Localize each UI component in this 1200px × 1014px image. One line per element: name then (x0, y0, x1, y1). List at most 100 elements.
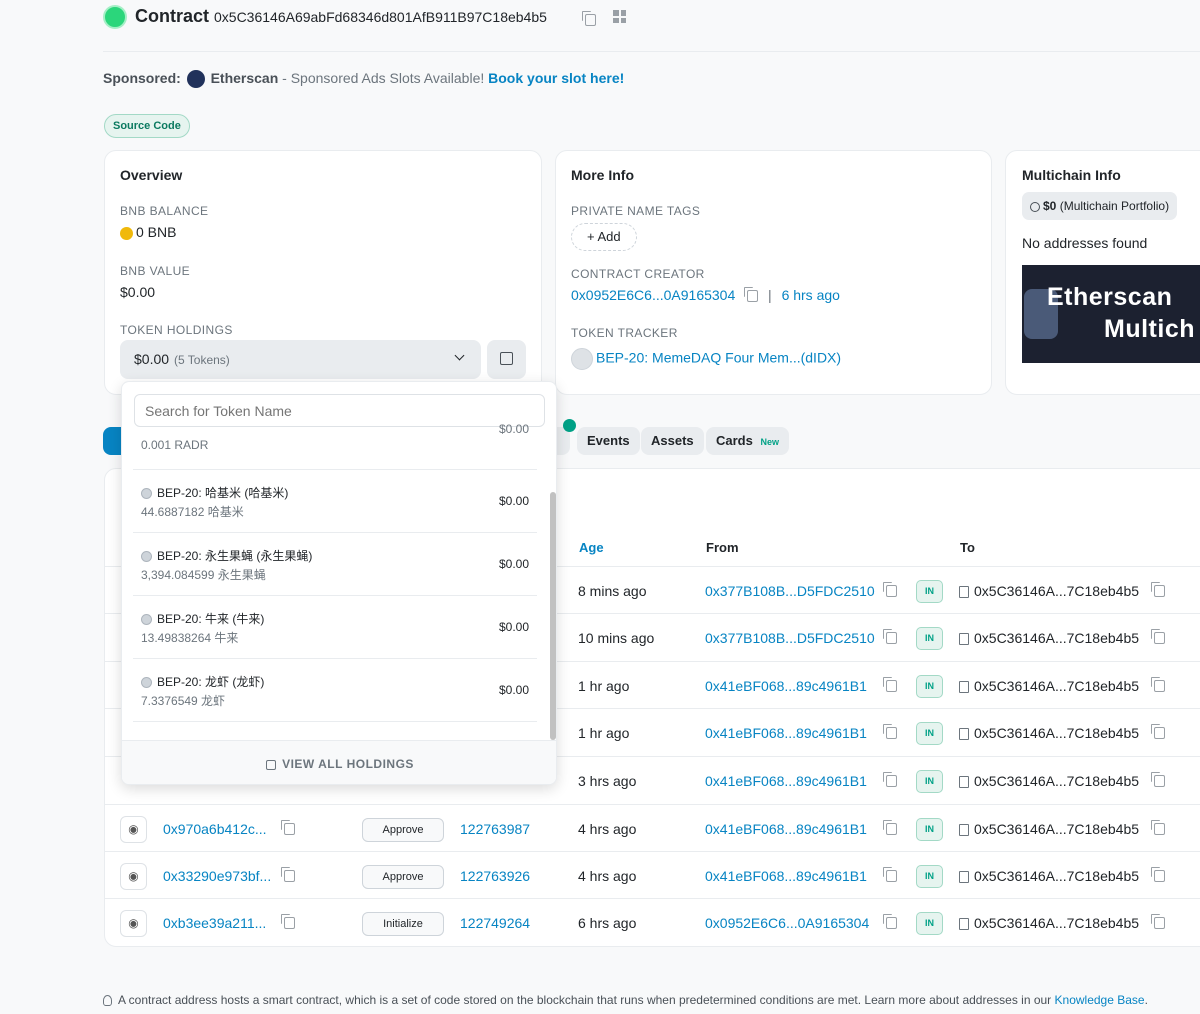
copy-icon[interactable] (1151, 677, 1165, 692)
token-name: BEP-20: 哈基米 (哈基米) (141, 484, 288, 501)
copy-icon[interactable] (883, 724, 897, 739)
portfolio-amount: $0 (1043, 199, 1057, 213)
bnb-balance-value: 0 BNB (136, 224, 177, 240)
block-link[interactable]: 122763926 (460, 868, 530, 884)
copy-icon[interactable] (1151, 582, 1165, 597)
token-logo-icon (141, 551, 152, 563)
coins-icon (1030, 201, 1040, 212)
copy-icon[interactable] (1151, 724, 1165, 739)
token-tracker-link[interactable]: BEP-20: MemeDAQ Four Mem...(dIDX) (596, 350, 841, 366)
add-tag-button[interactable]: + Add (571, 223, 637, 251)
eye-icon[interactable]: ◉ (120, 910, 147, 937)
copy-icon[interactable] (883, 772, 897, 787)
to-address: 0x5C36146A...7C18eb4b5 (959, 821, 1139, 837)
contract-doc-icon (959, 776, 969, 789)
copy-icon[interactable] (1151, 820, 1165, 835)
to-address-text: 0x5C36146A...7C18eb4b5 (974, 678, 1140, 694)
direction-badge: IN (916, 770, 943, 793)
multichain-card: Multichain Info $0 (Multichain Portfolio… (1005, 150, 1200, 395)
copy-icon[interactable] (744, 287, 759, 303)
token-balance: 44.6887182 哈基米 (141, 505, 244, 519)
tab-assets[interactable]: Assets (641, 427, 704, 455)
tab-cards[interactable]: Cards New (706, 427, 789, 455)
to-address: 0x5C36146A...7C18eb4b5 (959, 725, 1139, 741)
scrollbar-thumb[interactable] (550, 492, 556, 740)
banner-line-1: Etherscan (1047, 283, 1173, 311)
token-holdings-select[interactable]: $0.00 (5 Tokens) (120, 340, 481, 379)
token-value: $0.00 (498, 620, 529, 634)
book-slot-link[interactable]: Book your slot here! (488, 70, 624, 86)
copy-icon[interactable] (883, 677, 897, 692)
method-badge[interactable]: Approve (362, 818, 444, 842)
from-address-link[interactable]: 0x377B108B...D5FDC2510 (705, 583, 875, 599)
contract-creator-label: CONTRACT CREATOR (571, 267, 705, 281)
copy-icon[interactable] (1151, 914, 1165, 929)
age-text: 1 hr ago (578, 678, 630, 694)
sponsored-brand: Etherscan (210, 70, 279, 86)
copy-icon[interactable] (883, 867, 897, 882)
token-list-item[interactable]: BEP-20: 永生果蝇 (永生果蝇) 3,394.084599 永生果蝇 $0.0… (133, 533, 537, 596)
token-name-text: BEP-20: 龙虾 (龙虾) (157, 675, 265, 689)
copy-icon[interactable] (281, 820, 295, 835)
creator-age-link[interactable]: 6 hrs ago (782, 287, 840, 303)
from-address-link[interactable]: 0x41eBF068...89c4961B1 (705, 773, 867, 789)
from-address-link[interactable]: 0x41eBF068...89c4961B1 (705, 725, 867, 741)
to-address-text: 0x5C36146A...7C18eb4b5 (974, 583, 1140, 599)
tab-events[interactable]: Events (577, 427, 640, 455)
token-holdings-value: $0.00 (134, 351, 170, 367)
token-search-input[interactable] (134, 394, 545, 427)
tx-hash-link[interactable]: 0x970a6b412c... (163, 821, 267, 837)
from-address-link[interactable]: 0x41eBF068...89c4961B1 (705, 868, 867, 884)
copy-icon[interactable] (582, 10, 596, 26)
token-list-item[interactable]: BEP-20: 龙虾 (龙虾) 7.3376549 龙虾 $0.00 (133, 659, 537, 722)
coins-stack-icon (500, 352, 513, 365)
method-badge[interactable]: Initialize (362, 912, 444, 936)
copy-icon[interactable] (883, 629, 897, 644)
copy-icon[interactable] (883, 582, 897, 597)
block-link[interactable]: 122763987 (460, 821, 530, 837)
etherscan-multichain-banner[interactable]: Etherscan Multich (1022, 265, 1200, 363)
from-address-link[interactable]: 0x0952E6C6...0A9165304 (705, 915, 869, 931)
source-code-badge[interactable]: Source Code (104, 114, 190, 138)
direction-badge: IN (916, 580, 943, 603)
qr-code-icon[interactable] (613, 10, 626, 23)
view-all-holdings-button[interactable]: VIEW ALL HOLDINGS (122, 740, 556, 784)
copy-icon[interactable] (1151, 772, 1165, 787)
token-holdings-label: TOKEN HOLDINGS (120, 323, 233, 337)
to-address-text: 0x5C36146A...7C18eb4b5 (974, 868, 1140, 884)
copy-icon[interactable] (281, 914, 295, 929)
copy-icon[interactable] (883, 914, 897, 929)
copy-icon[interactable] (281, 867, 295, 882)
multichain-portfolio-button[interactable]: $0 (Multichain Portfolio) (1022, 192, 1178, 220)
knowledge-base-link[interactable]: Knowledge Base (1055, 993, 1145, 1007)
copy-icon[interactable] (1151, 629, 1165, 644)
token-holdings-button[interactable] (487, 340, 526, 379)
token-name: BEP-20: 龙虾 (龙虾) (141, 673, 264, 690)
contract-address: 0x5C36146A69abFd68346d801AfB911B97C18eb4… (214, 9, 547, 25)
age-text: 10 mins ago (578, 630, 655, 646)
token-list-item[interactable]: BEP-20: 牛来 (牛来) 13.49838264 牛来 $0.00 (133, 596, 537, 659)
lightbulb-icon (103, 995, 112, 1007)
creator-address-link[interactable]: 0x0952E6C6...0A9165304 (571, 287, 735, 303)
copy-icon[interactable] (1151, 867, 1165, 882)
overview-card: Overview BNB BALANCE 0 BNB BNB VALUE $0.… (104, 150, 542, 395)
copy-icon[interactable] (883, 820, 897, 835)
tx-hash-link[interactable]: 0x33290e973bf... (163, 868, 271, 884)
age-text: 4 hrs ago (578, 821, 637, 837)
block-link[interactable]: 122749264 (460, 915, 530, 931)
tx-hash-link[interactable]: 0xb3ee39a211... (163, 915, 266, 931)
contract-doc-icon (959, 586, 969, 599)
tab-active-partial[interactable] (103, 427, 123, 455)
to-address: 0x5C36146A...7C18eb4b5 (959, 868, 1139, 884)
from-address-link[interactable]: 0x41eBF068...89c4961B1 (705, 678, 867, 694)
token-list-item[interactable]: BEP-20: 哈基米 (哈基米) 44.6887182 哈基米 $0.00 (133, 470, 537, 533)
from-address-link[interactable]: 0x377B108B...D5FDC2510 (705, 630, 875, 646)
eye-icon[interactable]: ◉ (120, 863, 147, 890)
eye-icon[interactable]: ◉ (120, 816, 147, 843)
dropdown-partial-item[interactable]: 0.001 RADR $0.00 (133, 422, 537, 470)
from-address-link[interactable]: 0x41eBF068...89c4961B1 (705, 821, 867, 837)
method-badge[interactable]: Approve (362, 865, 444, 889)
column-header-age[interactable]: Age (579, 540, 604, 555)
token-tracker-label: TOKEN TRACKER (571, 326, 678, 340)
private-name-tags-label: PRIVATE NAME TAGS (571, 204, 701, 218)
